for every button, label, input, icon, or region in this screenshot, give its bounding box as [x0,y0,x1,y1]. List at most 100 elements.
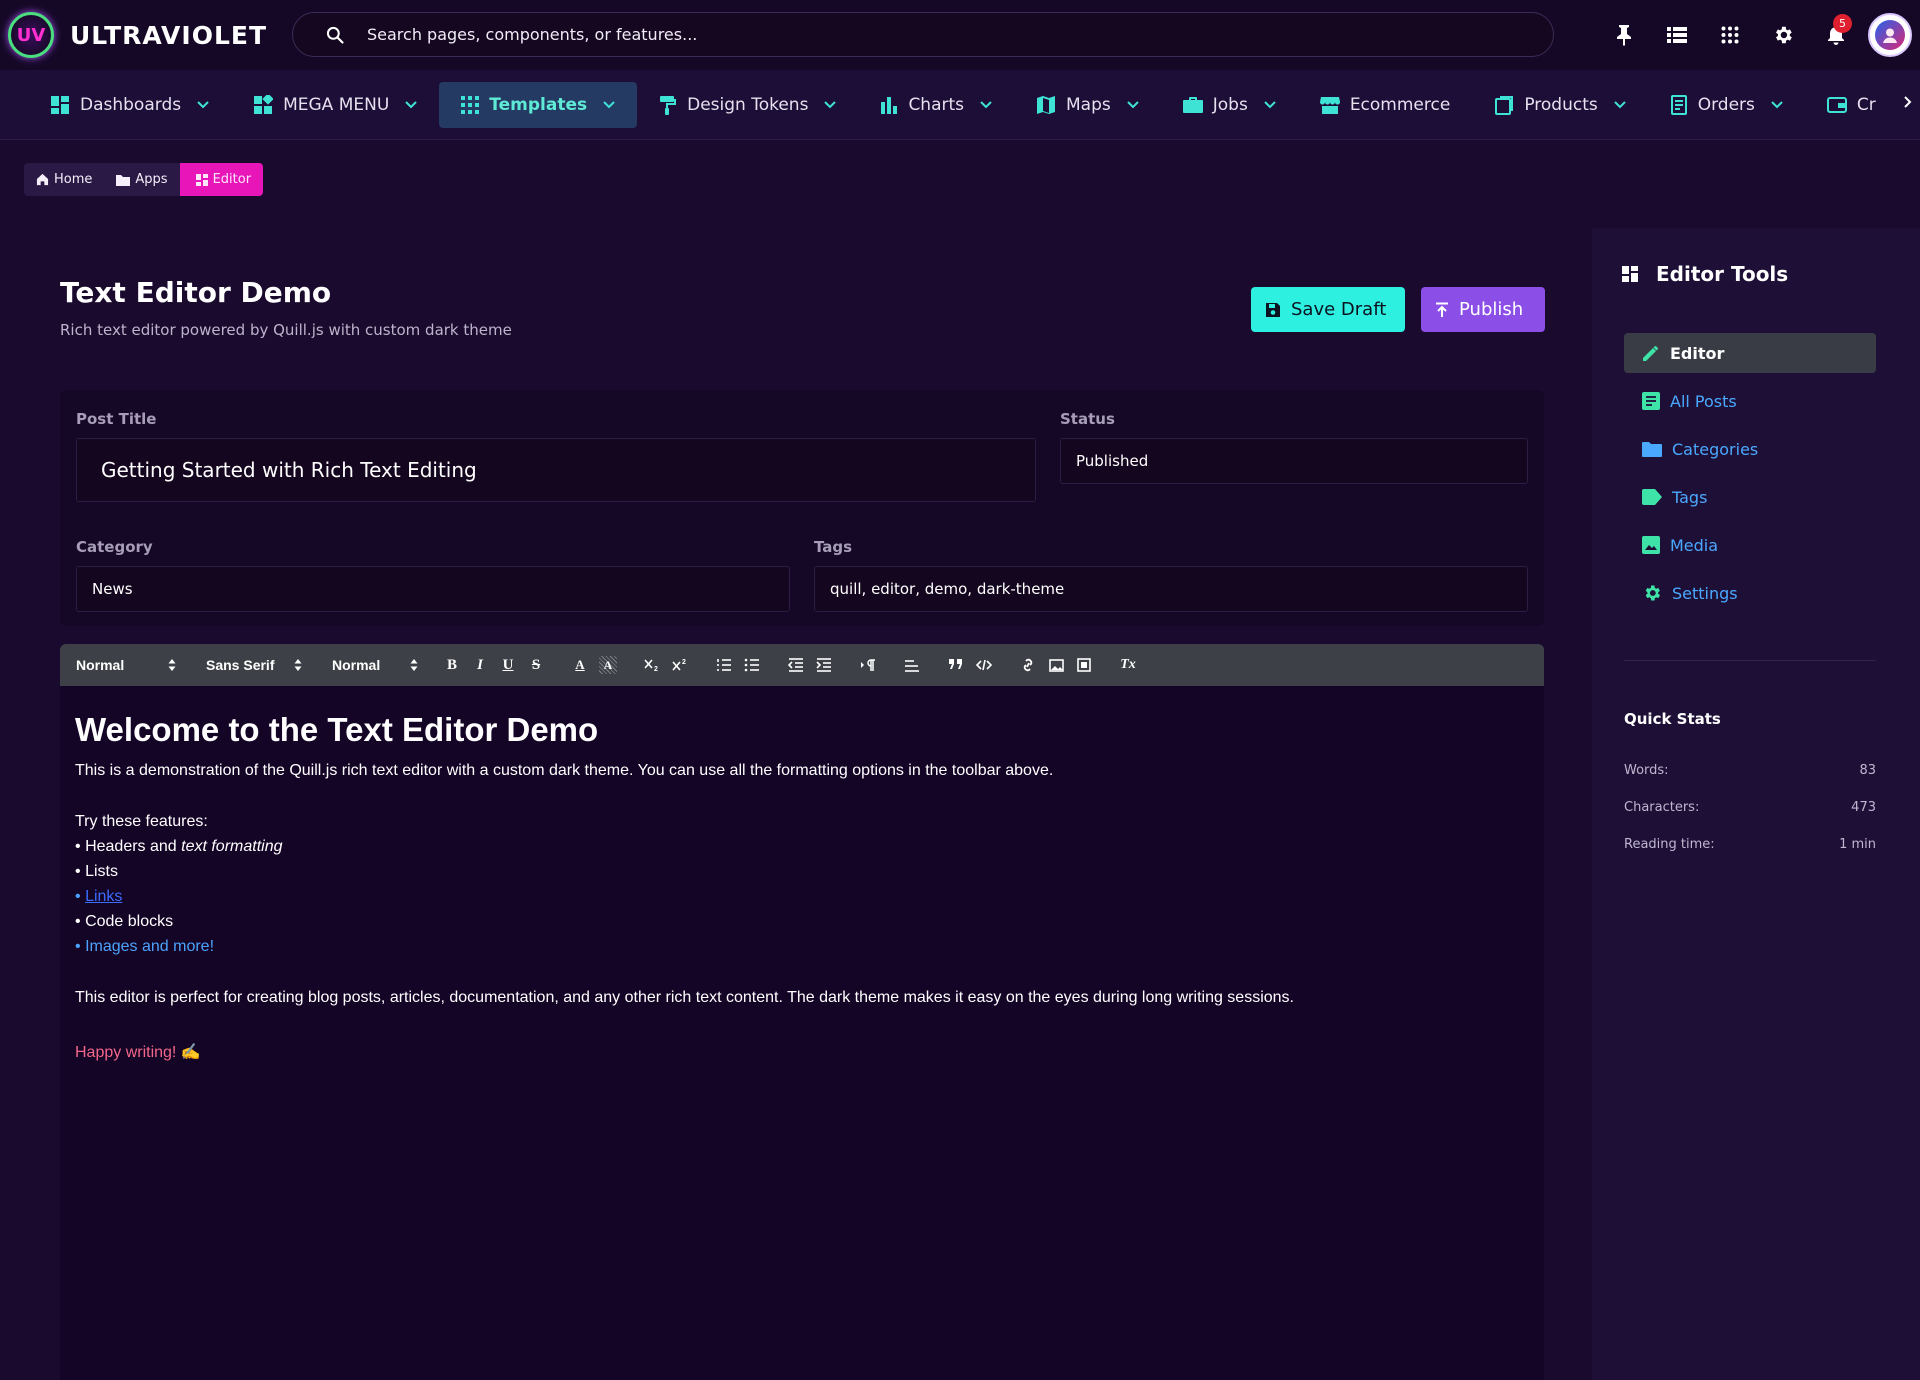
ordered-list-button[interactable] [710,651,738,679]
link-button[interactable] [1014,651,1042,679]
color-button[interactable]: A [566,651,594,679]
breadcrumb-home[interactable]: Home [24,163,104,196]
nav-charts[interactable]: Charts [858,82,1014,128]
widgets-icon [253,95,274,115]
ordered-list-icon [716,658,732,672]
nav-label: Orders [1697,95,1755,115]
quote-icon [949,659,963,671]
breadcrumb-label: Editor [212,172,252,187]
indent-button[interactable] [810,651,838,679]
grid-icon [461,96,480,114]
app-logo[interactable]: UV ULTRAVIOLET [8,12,288,58]
strike-button[interactable]: S [522,651,550,679]
nav-jobs[interactable]: Jobs [1161,82,1298,128]
header-select[interactable]: Normal [76,657,176,673]
stat-value: 1 min [1839,837,1876,852]
publish-label: Publish [1459,299,1524,320]
notification-badge: 5 [1833,14,1852,33]
link-icon [1020,658,1036,672]
underline-icon: U [502,656,514,673]
chevron-down-icon [824,101,837,109]
nav-label: Templates [489,95,588,115]
nav-maps[interactable]: Maps [1014,82,1161,128]
size-select-value: Normal [332,657,381,673]
notifications-button[interactable]: 5 [1809,12,1862,58]
editor-link[interactable]: Links [85,888,122,905]
sidebar-item-tags[interactable]: Tags [1624,477,1876,517]
list-item: • Images and more! [75,938,215,955]
nav-label: Cr [1856,95,1876,115]
nav-products[interactable]: Products [1472,82,1647,128]
nav-mega-menu[interactable]: MEGA MENU [231,82,439,128]
clean-format-button[interactable]: Tx [1114,651,1142,679]
search-input[interactable] [367,25,1553,44]
align-icon [904,658,920,672]
text-direction-button[interactable] [854,651,882,679]
sidebar-item-categories[interactable]: Categories [1624,429,1876,469]
breadcrumb-label: Home [54,172,93,187]
sidebar-item-settings[interactable]: Settings [1624,573,1876,613]
header-select-value: Normal [76,657,125,673]
list-view-button[interactable] [1650,12,1703,58]
sidebar-item-label: Media [1670,535,1719,555]
settings-button[interactable] [1756,12,1809,58]
font-select[interactable]: Sans Serif [206,657,302,673]
save-draft-button[interactable]: Save Draft [1251,287,1405,332]
avatar[interactable] [1868,13,1912,57]
svg-text:2: 2 [654,666,658,672]
sidebar-item-editor[interactable]: Editor [1624,333,1876,373]
sidebar-item-label: Editor [1670,343,1725,363]
publish-button[interactable]: Publish [1421,287,1545,332]
underline-button[interactable]: U [494,651,522,679]
main-nav: Dashboards MEGA MENU Templates Design To… [0,70,1920,140]
nav-cr[interactable]: Cr [1805,82,1898,128]
background-button[interactable]: A [599,656,617,674]
subscript-button[interactable]: 2 [638,651,666,679]
user-avatar-icon [1875,20,1905,50]
nav-templates[interactable]: Templates [439,82,638,128]
save-draft-label: Save Draft [1291,299,1387,320]
align-button[interactable] [898,651,926,679]
code-block-button[interactable] [970,651,998,679]
app-name: ULTRAVIOLET [70,20,268,50]
superscript-button[interactable]: 2 [666,651,694,679]
list-item: • Code blocks [75,913,174,930]
sidebar-item-label: Settings [1672,583,1738,603]
nav-ecommerce[interactable]: Ecommerce [1298,82,1473,128]
breadcrumb-apps[interactable]: Apps [104,163,179,196]
image-icon [1642,536,1660,554]
editor-content[interactable]: Welcome to the Text Editor Demo This is … [60,686,1544,1380]
pin-button[interactable] [1597,12,1650,58]
text-color-icon: A [575,657,585,672]
sidebar-item-media[interactable]: Media [1624,525,1876,565]
chevron-down-icon [980,101,992,109]
nav-design-tokens[interactable]: Design Tokens [637,82,858,128]
status-field[interactable] [1060,438,1528,484]
video-button[interactable] [1070,651,1098,679]
size-select[interactable]: Normal [332,657,418,673]
gear-icon [1772,24,1794,46]
apps-grid-button[interactable] [1703,12,1756,58]
bold-button[interactable]: B [438,651,466,679]
tags-field[interactable] [814,566,1528,612]
nav-scroll-right-icon[interactable] [1904,96,1912,108]
italic-button[interactable]: I [466,651,494,679]
nav-orders[interactable]: Orders [1648,82,1805,128]
nav-label: Design Tokens [687,95,809,115]
post-meta-form: Post Title Status Category Tags [60,390,1544,626]
post-title-input[interactable] [76,438,1036,502]
editor-features-title: Try these features: [75,813,208,830]
bullet-list-button[interactable] [738,651,766,679]
nav-dashboards[interactable]: Dashboards [28,82,231,128]
category-field[interactable] [76,566,790,612]
sidebar-item-all-posts[interactable]: All Posts [1624,381,1876,421]
editor-intro: This is a demonstration of the Quill.js … [75,762,1054,779]
breadcrumb-current: Editor [179,163,264,196]
image-button[interactable] [1042,651,1070,679]
stat-row-reading-time: Reading time: 1 min [1624,837,1876,852]
search-bar[interactable] [292,12,1554,57]
blockquote-button[interactable] [942,651,970,679]
stat-row-words: Words: 83 [1624,763,1876,778]
nav-label: MEGA MENU [283,95,390,115]
outdent-button[interactable] [782,651,810,679]
